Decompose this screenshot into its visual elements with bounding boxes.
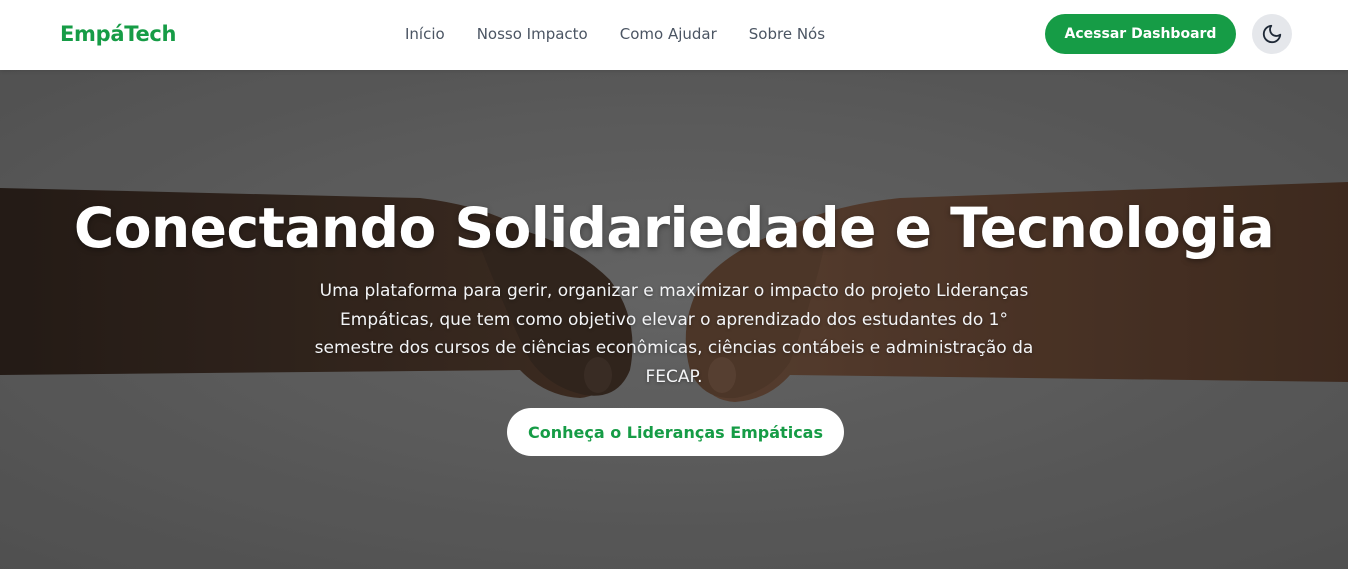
brand-logo[interactable]: EmpáTech <box>60 22 177 46</box>
hero-description: Uma plataforma para gerir, organizar e m… <box>314 281 1034 387</box>
nav-link-sobre-nos[interactable]: Sobre Nós <box>749 25 825 43</box>
learn-more-button[interactable]: Conheça o Lideranças Empáticas <box>507 408 844 456</box>
top-navbar: EmpáTech Início Nosso Impacto Como Ajuda… <box>0 0 1348 70</box>
hero-section: Conectando Solidariedade e Tecnologia Um… <box>0 70 1348 569</box>
moon-icon <box>1262 24 1282 44</box>
access-dashboard-button[interactable]: Acessar Dashboard <box>1045 14 1236 54</box>
nav-link-inicio[interactable]: Início <box>405 25 445 43</box>
nav-link-como-ajudar[interactable]: Como Ajudar <box>620 25 717 43</box>
theme-toggle-button[interactable] <box>1252 14 1292 54</box>
nav-link-nosso-impacto[interactable]: Nosso Impacto <box>477 25 588 43</box>
main-nav: Início Nosso Impacto Como Ajudar Sobre N… <box>405 25 825 43</box>
hero-title: Conectando Solidariedade e Tecnologia <box>73 196 1275 260</box>
